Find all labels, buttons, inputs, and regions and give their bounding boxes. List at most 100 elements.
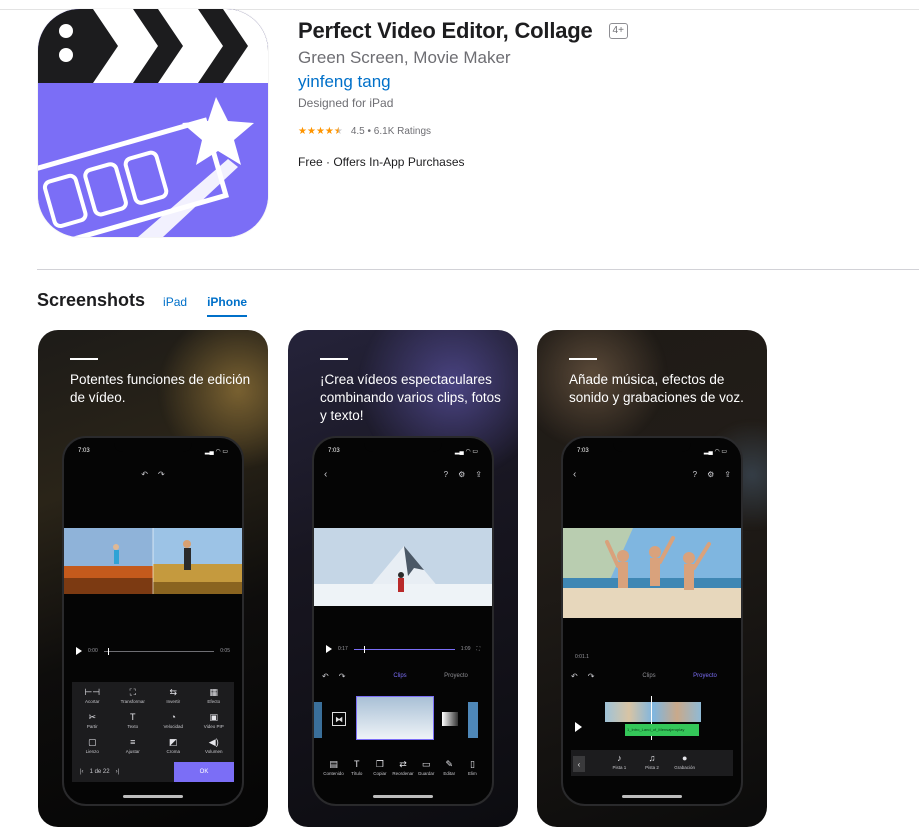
- tool-edit[interactable]: ✎ Editar: [438, 759, 461, 777]
- tool-save[interactable]: ▭ Guardar: [415, 760, 438, 777]
- screenshot-1[interactable]: Potentes funciones de edición de vídeo. …: [38, 330, 268, 827]
- play-icon[interactable]: [326, 645, 332, 653]
- undo-icon[interactable]: ↶: [571, 672, 578, 681]
- tool-canvas[interactable]: ▢ Lienzo: [72, 738, 113, 755]
- adjust-icon: ≡: [130, 737, 136, 747]
- back-icon[interactable]: ‹: [324, 469, 327, 480]
- signal-wifi-battery-icon: ▂▄ ◠ ▭: [703, 449, 727, 455]
- time-start: 0:00: [88, 648, 98, 654]
- share-icon[interactable]: ⇪: [724, 470, 731, 479]
- selected-clip[interactable]: [356, 696, 434, 740]
- playback-timeline[interactable]: 0:00 0:05: [76, 646, 230, 656]
- undo-icon[interactable]: ↶: [141, 470, 148, 479]
- tab-iphone[interactable]: iPhone: [207, 295, 248, 317]
- help-icon[interactable]: ?: [444, 470, 448, 479]
- developer-link[interactable]: yinfeng tang: [298, 72, 391, 92]
- redo-icon[interactable]: ↷: [339, 672, 346, 681]
- split-icon: ✂: [88, 712, 97, 722]
- tab-clips[interactable]: Clips: [372, 673, 428, 679]
- playback-timeline[interactable]: 0:17 1:09 ⛶: [326, 644, 480, 654]
- editor-tabs: ↶ ↷ Clips Proyecto: [571, 670, 733, 682]
- fullscreen-icon[interactable]: ⛶: [476, 646, 480, 652]
- tool-effect[interactable]: ▦ Efecto: [194, 688, 235, 705]
- star-icon: ★: [298, 125, 307, 137]
- tool-chroma[interactable]: ◩ Croma: [153, 737, 194, 755]
- age-rating-badge: 4+: [608, 23, 628, 39]
- scrubber-track[interactable]: [103, 647, 215, 655]
- scrubber-track[interactable]: [353, 645, 455, 653]
- last-page-icon[interactable]: ›|: [116, 769, 120, 775]
- star-icon: ★: [324, 125, 334, 137]
- play-icon[interactable]: [575, 722, 582, 732]
- tool-copy[interactable]: ❐ Copiar: [368, 759, 391, 777]
- time-end: 1:09: [460, 646, 471, 652]
- music-note-icon: ♪: [617, 753, 622, 763]
- audio-clip[interactable]: 1_Intro_Land_of_Mensajeroplay: [625, 724, 699, 736]
- tab-ipad[interactable]: iPad: [163, 295, 187, 315]
- tool-adjust[interactable]: ≡ Ajustar: [113, 737, 154, 755]
- microphone-icon: ●: [681, 753, 688, 763]
- tool-reorder[interactable]: ⇄ Reordenar: [391, 760, 414, 777]
- copy-icon: ❐: [375, 759, 384, 769]
- caption-dash: [569, 358, 597, 360]
- first-page-icon[interactable]: |‹: [80, 769, 84, 775]
- phone-mockup: 7:03 ▂▄ ◠ ▭ ‹ ? ⚙ ⇪ 0:01.1 ↶ ↷ Clips Pro…: [561, 436, 743, 806]
- redo-icon[interactable]: ↷: [158, 470, 165, 479]
- tool-invert[interactable]: ⇆ Invertir: [153, 688, 194, 705]
- screenshot-caption: ¡Crea vídeos espectaculares combinando v…: [320, 372, 501, 423]
- tool-speed[interactable]: ◔ Velocidad: [153, 712, 194, 730]
- tab-project[interactable]: Proyecto: [677, 673, 733, 679]
- transition-icon[interactable]: ⧓: [332, 712, 346, 726]
- scrubber-knob[interactable]: [363, 645, 365, 653]
- play-icon[interactable]: [76, 647, 82, 655]
- tab-project[interactable]: Proyecto: [428, 673, 484, 679]
- transition-icon[interactable]: [442, 712, 458, 726]
- settings-icon[interactable]: ⚙: [707, 470, 714, 479]
- time-end: 0:05: [220, 648, 230, 654]
- tool-title[interactable]: T Título: [345, 759, 368, 777]
- app-subtitle: Green Screen, Movie Maker: [298, 48, 511, 67]
- time-start: 0:17: [338, 646, 348, 652]
- tool-text[interactable]: T Texto: [113, 712, 154, 730]
- tool-delete[interactable]: ▯ Elim: [461, 760, 484, 777]
- redo-icon[interactable]: ↷: [588, 672, 595, 681]
- tool-pip[interactable]: ▣ Video PIP: [194, 713, 235, 730]
- transform-icon: ⛶: [129, 687, 136, 697]
- tool-split[interactable]: ✂ Partir: [72, 712, 113, 730]
- tool-track-1[interactable]: ♪ Pista 1: [603, 753, 636, 771]
- video-track[interactable]: [605, 702, 701, 722]
- back-icon[interactable]: ‹: [573, 469, 576, 480]
- scrubber-knob[interactable]: [108, 647, 110, 655]
- tool-recording[interactable]: ● Grabación: [668, 753, 701, 771]
- text-icon: T: [130, 712, 136, 722]
- tool-transform[interactable]: ⛶ Transformar: [113, 687, 154, 705]
- title-icon: T: [353, 759, 360, 769]
- edit-icon: ✎: [445, 759, 454, 769]
- time-code: 0:01.1: [575, 654, 589, 660]
- home-indicator: [373, 795, 433, 798]
- speed-icon: ◔: [170, 712, 176, 722]
- screenshot-2[interactable]: ¡Crea vídeos espectaculares combinando v…: [288, 330, 518, 827]
- tool-track-2[interactable]: ♫ Pista 2: [636, 754, 669, 771]
- undo-icon[interactable]: ↶: [322, 672, 329, 681]
- collapse-panel-button[interactable]: ‹: [573, 756, 585, 772]
- signal-wifi-battery-icon: ▂▄ ◠ ▭: [204, 449, 228, 455]
- tool-volume[interactable]: ◀) Volumen: [194, 738, 235, 755]
- ok-button[interactable]: OK: [174, 762, 234, 782]
- clip-thumb[interactable]: [314, 702, 322, 738]
- tool-content[interactable]: ▤ Contenido: [322, 760, 345, 777]
- tool-trim[interactable]: ⊢⊣ Acortar: [72, 688, 113, 705]
- phone-mockup: 7:03 ▂▄ ◠ ▭ ↶ ↷ 0:00 0:05 ⊢⊣ Acortar ⛶ T…: [62, 436, 244, 806]
- undo-redo: ↶ ↷: [571, 672, 621, 681]
- audio-tools: ♪ Pista 1 ♫ Pista 2 ● Grabación: [603, 753, 701, 771]
- settings-icon[interactable]: ⚙: [458, 470, 465, 479]
- screenshot-3[interactable]: Añade música, efectos de sonido y grabac…: [537, 330, 767, 827]
- video-preview: [563, 528, 741, 618]
- clip-thumb[interactable]: [468, 702, 478, 738]
- status-bar: 7:03 ▂▄ ◠ ▭: [577, 448, 727, 458]
- share-icon[interactable]: ⇪: [475, 470, 482, 479]
- clip-strip[interactable]: ⧓: [314, 694, 492, 746]
- tab-clips[interactable]: Clips: [621, 673, 677, 679]
- chroma-icon: ◩: [168, 737, 178, 747]
- help-icon[interactable]: ?: [693, 470, 697, 479]
